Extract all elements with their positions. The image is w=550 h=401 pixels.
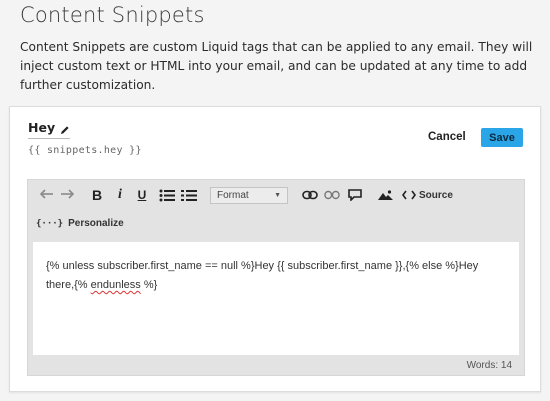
undo-icon[interactable] bbox=[38, 185, 56, 205]
format-select[interactable]: Format ▼ bbox=[210, 186, 288, 204]
personalize-icon: {···} bbox=[36, 218, 64, 229]
source-label: Source bbox=[419, 189, 453, 201]
editor-content-area[interactable]: {% unless subscriber.first_name == null … bbox=[33, 242, 519, 355]
personalize-label: Personalize bbox=[68, 218, 124, 229]
rich-text-editor: B i U Format ▼ Source {···} Personalize … bbox=[27, 179, 525, 376]
snippet-name-row: Hey bbox=[28, 120, 71, 139]
bold-button[interactable]: B bbox=[88, 185, 106, 205]
misspelled-word: endunless bbox=[90, 279, 141, 291]
image-icon[interactable] bbox=[376, 185, 394, 205]
editor-toolbar: B i U Format ▼ Source bbox=[28, 180, 524, 210]
underline-button[interactable]: U bbox=[134, 185, 150, 205]
content-line-2: there,{% endunless %} bbox=[46, 279, 158, 291]
format-select-value: Format bbox=[217, 189, 249, 201]
chevron-down-icon: ▼ bbox=[274, 191, 281, 199]
numbered-list-icon[interactable] bbox=[180, 185, 198, 205]
redo-icon[interactable] bbox=[58, 185, 76, 205]
snippet-liquid-tag: {{ snippets.hey }} bbox=[28, 145, 142, 156]
pencil-icon[interactable] bbox=[60, 123, 70, 134]
word-count: Words: 14 bbox=[466, 360, 512, 371]
comment-icon[interactable] bbox=[346, 185, 364, 205]
page-description: Content Snippets are custom Liquid tags … bbox=[20, 40, 533, 92]
link-icon[interactable] bbox=[301, 185, 319, 205]
unlink-icon[interactable] bbox=[323, 185, 341, 205]
snippet-editor-card: Hey {{ snippets.hey }} Cancel Save B i U bbox=[9, 106, 541, 392]
italic-button[interactable]: i bbox=[112, 185, 128, 205]
snippet-name-field[interactable]: Hey bbox=[28, 120, 71, 139]
snippet-name-text: Hey bbox=[28, 120, 56, 135]
cancel-button[interactable]: Cancel bbox=[428, 131, 466, 143]
bulleted-list-icon[interactable] bbox=[158, 185, 176, 205]
personalize-button[interactable]: {···} Personalize bbox=[36, 218, 124, 229]
source-button[interactable]: Source bbox=[402, 185, 453, 205]
save-button[interactable]: Save bbox=[481, 128, 523, 147]
content-line-1: {% unless subscriber.first_name == null … bbox=[46, 260, 479, 272]
page-title: Content Snippets bbox=[20, 3, 205, 27]
